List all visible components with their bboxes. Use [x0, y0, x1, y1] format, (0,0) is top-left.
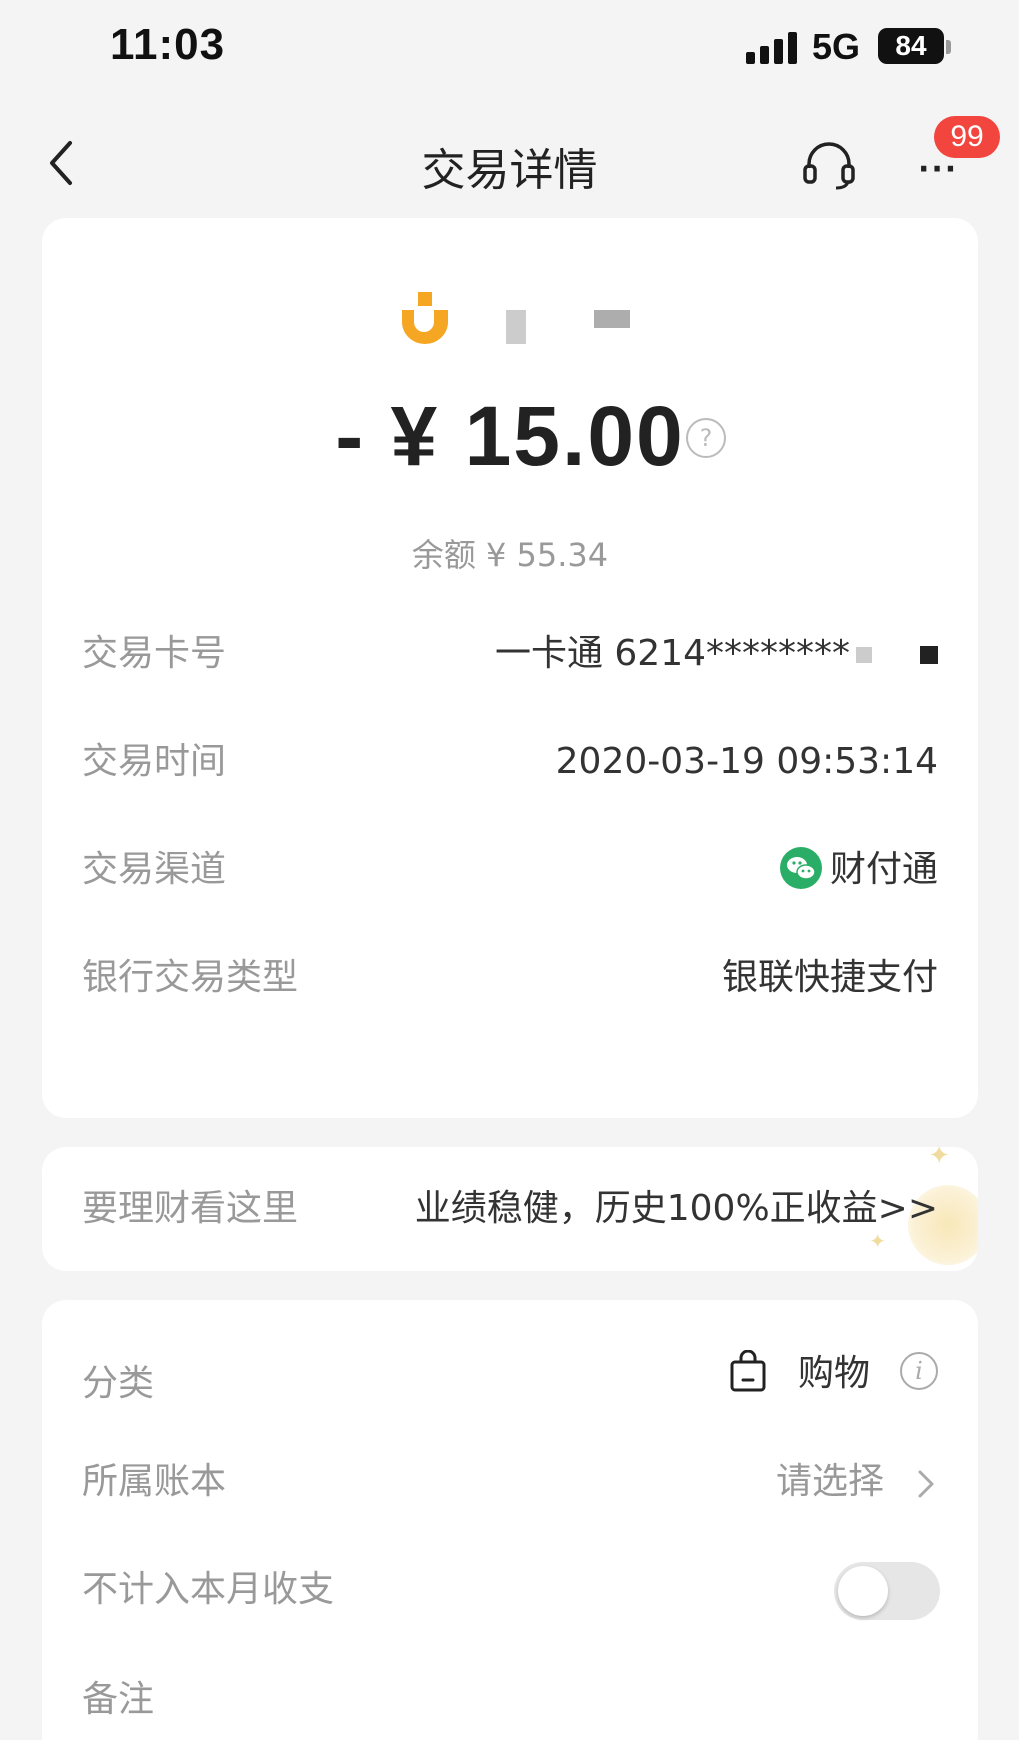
promo-row: 要理财看这里 业绩稳健，历史100%正收益>> [42, 1179, 978, 1239]
detail-row-channel: 交易渠道 财付通 [42, 840, 978, 900]
detail-row-time: 交易时间 2020-03-19 09:53:14 [42, 732, 978, 792]
chevron-right-icon [914, 1461, 938, 1498]
promo-banner[interactable]: ✦ ✦ 要理财看这里 业绩稳健，历史100%正收益>> [42, 1147, 978, 1271]
detail-value: 2020-03-19 09:53:14 [555, 741, 938, 782]
detail-row-card-number: 交易卡号 一卡通 6214******** [42, 624, 978, 684]
detail-value: 财付通 [829, 849, 938, 890]
detail-value-container: 一卡通 6214******** [495, 624, 938, 684]
signal-icon [746, 30, 798, 64]
network-type: 5G [812, 26, 861, 67]
category-value-container: 购物 i [728, 1344, 938, 1404]
merchant-logo [396, 292, 456, 344]
detail-value-container: 财付通 [779, 840, 938, 900]
detail-label: 银行交易类型 [82, 957, 299, 998]
transaction-card: - ¥ 15.00 ? 余额 ¥ 55.34 交易卡号 一卡通 6214****… [42, 218, 978, 1118]
sparkle-icon: ✦ [928, 1147, 950, 1171]
meta-card: 分类 购物 i 所属账本 请选择 不计入本月收支 备注 [42, 1300, 978, 1740]
redacted-mark [856, 647, 872, 663]
ledger-value: 请选择 [775, 1461, 884, 1502]
detail-row-type: 银行交易类型 银联快捷支付 [42, 948, 978, 1008]
merchant-name-redacted [506, 310, 526, 344]
battery-cap [946, 40, 951, 54]
balance-text: 余额 ¥ 55.34 [411, 536, 609, 574]
nav-header: 交易详情 ··· [0, 100, 1019, 220]
category-row[interactable]: 分类 购物 i [42, 1344, 978, 1404]
help-icon[interactable]: ? [686, 418, 726, 458]
page-title: 交易详情 [421, 145, 598, 196]
detail-label: 交易时间 [82, 741, 227, 782]
transaction-amount: - ¥ 15.00 [335, 389, 685, 483]
exclude-row: 不计入本月收支 [42, 1560, 978, 1620]
redacted-mark [920, 646, 938, 664]
category-value: 购物 [797, 1353, 870, 1394]
wechat-icon [779, 847, 822, 889]
note-label: 备注 [82, 1679, 155, 1720]
battery-icon: 84 [878, 28, 944, 64]
merchant-name-redacted [594, 310, 630, 328]
detail-value: 一卡通 6214******** [494, 633, 850, 674]
more-dots: ··· [918, 152, 959, 187]
status-time: 11:03 [110, 20, 226, 69]
detail-label: 交易卡号 [82, 633, 227, 674]
exclude-toggle[interactable] [834, 1562, 940, 1620]
ledger-value-container: 请选择 [776, 1452, 938, 1512]
status-bar: 11:03 5G 84 [0, 0, 1019, 96]
detail-label: 交易渠道 [82, 849, 227, 890]
promo-label: 要理财看这里 [82, 1188, 299, 1229]
headset-icon[interactable] [800, 138, 858, 190]
category-label: 分类 [82, 1363, 155, 1404]
shopping-bag-icon [728, 1349, 768, 1392]
exclude-label: 不计入本月收支 [82, 1569, 335, 1610]
info-icon[interactable]: i [900, 1352, 938, 1390]
note-row[interactable]: 备注 [42, 1670, 978, 1730]
ledger-label: 所属账本 [82, 1461, 227, 1502]
notification-badge: 99 [934, 116, 1000, 158]
toggle-knob [838, 1566, 888, 1616]
promo-value: 业绩稳健，历史100%正收益>> [414, 1188, 938, 1229]
ledger-row[interactable]: 所属账本 请选择 [42, 1452, 978, 1512]
detail-value: 银联快捷支付 [721, 957, 938, 998]
